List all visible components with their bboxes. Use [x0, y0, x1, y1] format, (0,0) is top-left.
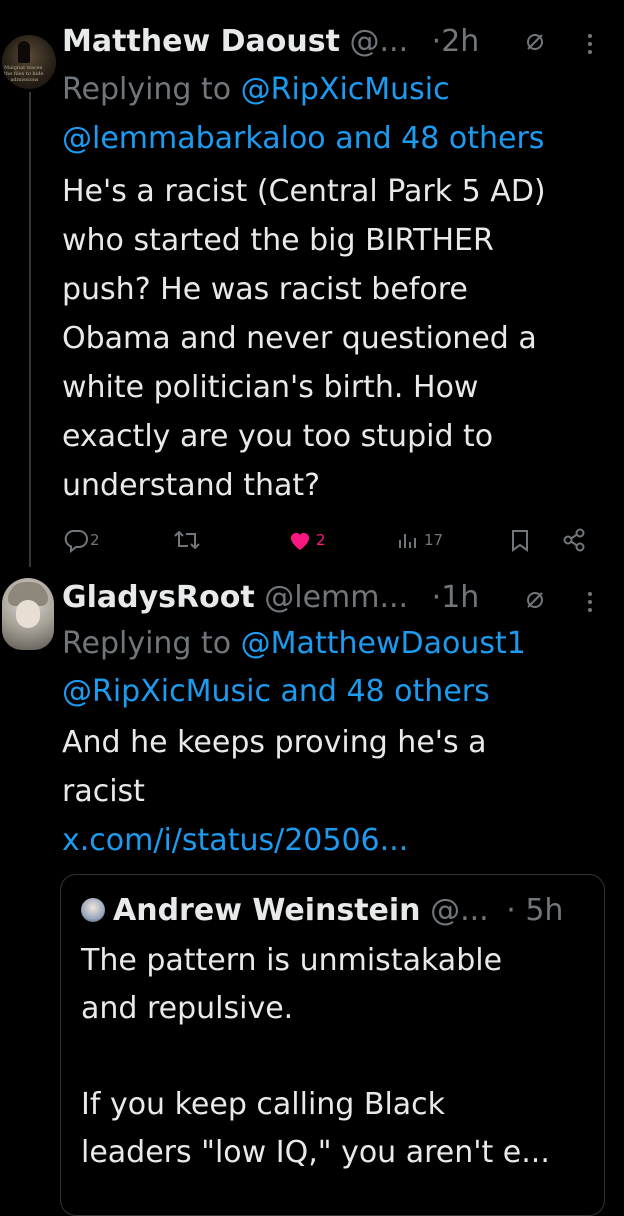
quoted-avatar[interactable]: [81, 898, 105, 922]
user-handle[interactable]: @lemm...: [264, 580, 408, 615]
tweet-text-line: He's a racist (Central Park 5 AD): [62, 174, 546, 209]
views-icon: [399, 534, 416, 548]
views-button[interactable]: 17: [396, 522, 443, 558]
like-count: 2: [316, 531, 326, 549]
tweet-header: GladysRoot @lemm... ·1h: [62, 580, 479, 615]
tweet-header: Matthew Daoust @... ·2h: [62, 24, 479, 59]
replying-prefix: Replying to: [62, 626, 241, 661]
tweet-text-line: understand that?: [62, 468, 321, 503]
avatar-caption: Malgnat waces the files to hide fo admis…: [4, 65, 44, 83]
mentions-link[interactable]: @lemmabarkaloo and 48 others: [62, 121, 544, 156]
replying-to-link[interactable]: @RipXicMusic: [241, 72, 450, 107]
grok-icon[interactable]: [524, 588, 546, 618]
tweet-actions: 2 2 17: [62, 522, 602, 558]
timestamp[interactable]: 2h: [441, 24, 479, 59]
heart-icon: [291, 533, 309, 550]
quoted-text-line: The pattern is unmistakable: [81, 943, 503, 978]
avatar[interactable]: Malgnat waces the files to hide fo admis…: [2, 35, 56, 89]
retweet-button[interactable]: [172, 522, 202, 558]
quoted-tweet[interactable]: Andrew Weinstein @... · 5h The pattern i…: [60, 874, 605, 1216]
reply-count: 2: [90, 531, 100, 549]
replying-to: Replying to @RipXicMusic: [62, 72, 450, 107]
bookmark-button[interactable]: [508, 522, 532, 558]
bookmark-icon: [512, 530, 528, 552]
tweet-gladysroot[interactable]: GladysRoot @lemm... ·1h Replying to @Mat…: [0, 570, 624, 1216]
quoted-tweet-header: Andrew Weinstein @... · 5h: [81, 893, 563, 928]
avatar[interactable]: [2, 578, 54, 650]
quoted-user-handle[interactable]: @...: [430, 893, 489, 928]
reply-icon: [64, 530, 88, 554]
more-icon[interactable]: [586, 590, 594, 614]
avatar-figure: [18, 41, 30, 63]
separator-dot: ·: [506, 893, 516, 928]
quoted-timestamp[interactable]: 5h: [525, 893, 563, 928]
tweet-text-line: exactly are you too stupid to: [62, 419, 494, 454]
quoted-display-name[interactable]: Andrew Weinstein: [113, 893, 421, 928]
display-name[interactable]: GladysRoot: [62, 580, 255, 615]
quoted-text-line: If you keep calling Black: [81, 1087, 446, 1122]
tweet-text-line: white politician's birth. How: [62, 370, 479, 405]
quoted-text-line: and repulsive.: [81, 991, 294, 1026]
quoted-text-line: [81, 1033, 591, 1081]
replying-to: Replying to @MatthewDaoust1: [62, 626, 526, 661]
separator-dot: ·: [431, 24, 442, 59]
more-icon[interactable]: [586, 32, 594, 56]
quoted-tweet-body: The pattern is unmistakable and repulsiv…: [81, 937, 591, 1177]
tweet-text-line: Obama and never questioned a: [62, 321, 537, 356]
view-count: 17: [424, 531, 444, 549]
retweet-icon: [174, 530, 200, 550]
timestamp[interactable]: 1h: [441, 580, 479, 615]
like-button[interactable]: 2: [286, 522, 326, 558]
tweet-text-line: And he keeps proving he's a: [62, 725, 487, 760]
tweet-text-line: who started the big BIRTHER: [62, 223, 494, 258]
avatar-face: [16, 600, 40, 628]
tweet-text-line: racist: [62, 774, 145, 809]
display-name[interactable]: Matthew Daoust: [62, 24, 340, 59]
share-icon: [563, 528, 585, 552]
separator-dot: ·: [431, 580, 442, 615]
status-link[interactable]: x.com/i/status/20506...: [62, 816, 607, 865]
share-button[interactable]: [560, 522, 588, 558]
user-handle[interactable]: @...: [350, 24, 409, 59]
quoted-text-line: leaders "low IQ," you aren't e...: [81, 1135, 550, 1170]
tweet-matthew-daoust[interactable]: Malgnat waces the files to hide fo admis…: [0, 0, 624, 570]
tweet-body: And he keeps proving he's a racist x.com…: [62, 718, 607, 865]
tweet-body: He's a racist (Central Park 5 AD) who st…: [62, 167, 607, 510]
grok-icon[interactable]: [524, 30, 546, 60]
replying-to-link[interactable]: @MatthewDaoust1: [241, 626, 526, 661]
replying-prefix: Replying to: [62, 72, 241, 107]
mentions-link[interactable]: @RipXicMusic and 48 others: [62, 674, 490, 709]
reply-button[interactable]: 2: [62, 522, 100, 558]
tweet-text-line: push? He was racist before: [62, 272, 468, 307]
